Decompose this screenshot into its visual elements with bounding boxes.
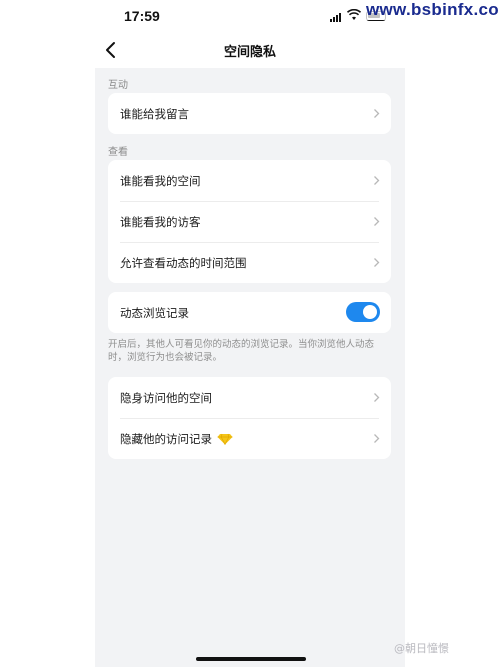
chevron-right-icon <box>374 258 380 267</box>
settings-page: 互动 谁能给我留言 查看 谁能看我的空间 谁能看我的访客 允许查看动态的时间范围… <box>95 68 405 667</box>
page-title: 空间隐私 <box>223 45 276 60</box>
row-who-can-message[interactable]: 谁能给我留言 <box>108 93 391 134</box>
chevron-right-icon <box>374 393 380 402</box>
browse-record-card: 动态浏览记录 <box>108 292 391 333</box>
stealth-card: 隐身访问他的空间 隐藏他的访问记录 <box>108 377 391 459</box>
wifi-icon <box>347 9 361 20</box>
row-label: 谁能看我的空间 <box>120 173 201 188</box>
row-who-can-view-space[interactable]: 谁能看我的空间 <box>108 160 391 201</box>
view-card: 谁能看我的空间 谁能看我的访客 允许查看动态的时间范围 <box>108 160 391 283</box>
site-watermark: www.bsbinfx.com <box>362 0 500 20</box>
interaction-card: 谁能给我留言 <box>108 93 391 134</box>
author-watermark: @朝日憧憬 <box>394 642 449 655</box>
browse-record-toggle[interactable] <box>346 302 380 322</box>
row-feed-time-range[interactable]: 允许查看动态的时间范围 <box>108 242 391 283</box>
row-browse-record: 动态浏览记录 <box>108 292 391 333</box>
cellular-signal-icon <box>330 12 344 22</box>
toggle-knob <box>363 305 377 319</box>
row-label: 谁能给我留言 <box>120 106 189 121</box>
row-label: 允许查看动态的时间范围 <box>120 255 247 270</box>
home-indicator[interactable] <box>196 657 306 661</box>
status-time: 17:59 <box>124 8 160 24</box>
status-bar: 17:59 www.bsbinfx.com <box>0 0 500 32</box>
chevron-right-icon <box>374 109 380 118</box>
navigation-bar: 空间隐私 <box>0 32 500 68</box>
row-stealth-visit[interactable]: 隐身访问他的空间 <box>108 377 391 418</box>
row-label: 谁能看我的访客 <box>120 214 201 229</box>
section-label-interaction: 互动 <box>108 80 128 91</box>
row-hide-visit-record[interactable]: 隐藏他的访问记录 <box>108 418 391 459</box>
chevron-right-icon <box>374 434 380 443</box>
chevron-right-icon <box>374 217 380 226</box>
row-label: 动态浏览记录 <box>120 305 189 320</box>
diamond-icon <box>217 433 233 445</box>
browse-record-hint: 开启后，其他人可看见你的动态的浏览记录。当你浏览他人动态时，浏览行为也会被记录。 <box>108 339 375 363</box>
row-label: 隐身访问他的空间 <box>120 390 212 405</box>
row-who-can-view-visitors[interactable]: 谁能看我的访客 <box>108 201 391 242</box>
chevron-right-icon <box>374 176 380 185</box>
section-label-view: 查看 <box>108 147 128 158</box>
row-label: 隐藏他的访问记录 <box>120 431 212 446</box>
